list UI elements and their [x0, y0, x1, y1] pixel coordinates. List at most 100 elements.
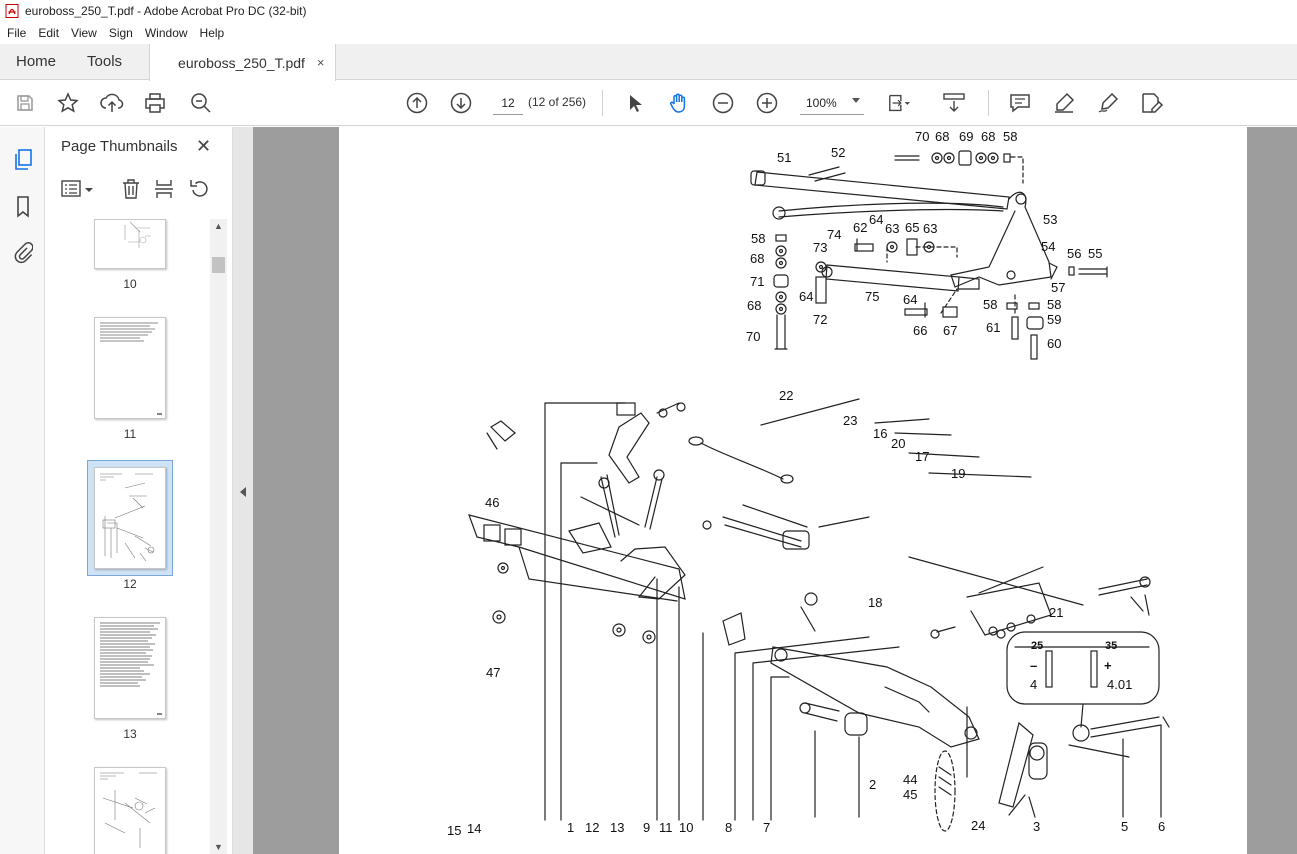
callout-74: 74: [827, 227, 841, 242]
callout-2: 2: [869, 777, 876, 792]
tab-document-label: euroboss_250_T.pdf: [178, 54, 305, 71]
callout-63: 63: [923, 221, 937, 236]
thumbnail-label: 13: [123, 727, 137, 741]
scroll-mode-icon[interactable]: [942, 91, 966, 115]
scroll-up-icon[interactable]: ▲: [214, 221, 223, 231]
scrollbar-thumb[interactable]: [212, 257, 225, 273]
callout-62: 62: [853, 220, 867, 235]
callout-6: 6: [1158, 819, 1165, 834]
menu-sign[interactable]: Sign: [104, 26, 138, 40]
callout-21: 21: [1049, 605, 1063, 620]
page-down-icon[interactable]: [449, 91, 473, 115]
tab-home[interactable]: Home: [0, 44, 71, 79]
callout-58: 58: [1003, 129, 1017, 144]
left-rail: [0, 127, 45, 854]
callout-68: 68: [935, 129, 949, 144]
callout-20: 20: [891, 436, 905, 451]
sign-plus: +: [1104, 658, 1112, 673]
thumbnail-list: 10 11 12 13: [45, 219, 215, 854]
collapse-arrow-icon: [240, 487, 246, 497]
callout-24: 24: [971, 818, 985, 833]
callout-70: 70: [746, 329, 760, 344]
callout-15: 15: [447, 823, 461, 838]
highlight-icon[interactable]: [1052, 91, 1076, 115]
callout-75: 75: [865, 289, 879, 304]
callout-64: 64: [799, 289, 813, 304]
callout-73: 73: [813, 240, 827, 255]
page-thumbnails-icon[interactable]: [11, 148, 35, 172]
callout-59: 59: [1047, 312, 1061, 327]
edit-icon[interactable]: [1140, 91, 1164, 115]
callout-51: 51: [777, 150, 791, 165]
page-number-input[interactable]: 12: [493, 91, 523, 115]
extract-pages-icon[interactable]: [154, 178, 174, 200]
thumbnail-label: 12: [123, 577, 137, 591]
callout-25: 25: [1031, 640, 1043, 652]
menu-view[interactable]: View: [66, 26, 102, 40]
thumbnail-page-11[interactable]: [94, 317, 166, 419]
zoom-in-icon[interactable]: [755, 91, 779, 115]
tab-bar: Home Tools euroboss_250_T.pdf ×: [0, 44, 1297, 81]
callout-52: 52: [831, 145, 845, 160]
fit-page-icon[interactable]: [887, 91, 911, 115]
thumbnail-page-14[interactable]: [94, 767, 166, 854]
menu-window[interactable]: Window: [140, 26, 193, 40]
thumbnail-page-12[interactable]: [94, 467, 166, 569]
menu-edit[interactable]: Edit: [33, 26, 64, 40]
callout-68: 68: [981, 129, 995, 144]
bookmark-icon[interactable]: [11, 195, 35, 219]
thumbnail-page-10[interactable]: [94, 219, 166, 269]
menu-file[interactable]: File: [2, 26, 31, 40]
zoom-out-icon[interactable]: [711, 91, 735, 115]
menu-bar: File Edit View Sign Window Help: [0, 22, 1297, 44]
panel-close-icon[interactable]: ✕: [196, 136, 211, 157]
thumbnail-page-13[interactable]: [94, 617, 166, 719]
zoom-select[interactable]: 100%: [800, 91, 864, 115]
callout-18: 18: [868, 595, 882, 610]
zoom-value: 100%: [806, 95, 837, 110]
search-zoom-icon[interactable]: [189, 91, 213, 115]
callout-57: 57: [1051, 280, 1065, 295]
attachment-icon[interactable]: [11, 240, 35, 264]
callout-35: 35: [1105, 640, 1117, 652]
acrobat-pdf-icon: [5, 4, 19, 18]
callout-72: 72: [813, 312, 827, 327]
callout-66: 66: [913, 323, 927, 338]
upload-icon[interactable]: [100, 91, 124, 115]
diagram-callouts: 70 68 69 68 58 51 52 74 53 54 56 55 57 5…: [447, 129, 1165, 838]
bookmark-star-icon[interactable]: [56, 91, 80, 115]
print-icon[interactable]: [143, 91, 167, 115]
delete-icon[interactable]: [121, 178, 141, 200]
select-arrow-icon[interactable]: [623, 91, 647, 115]
panel-toolbar: [45, 171, 233, 209]
tab-document[interactable]: euroboss_250_T.pdf ×: [149, 44, 336, 81]
callout-5: 5: [1121, 819, 1128, 834]
callout-68: 68: [747, 298, 761, 313]
callout-9: 9: [643, 820, 650, 835]
window-titlebar: euroboss_250_T.pdf - Adobe Acrobat Pro D…: [0, 0, 1297, 22]
callout-53: 53: [1043, 212, 1057, 227]
hand-icon[interactable]: [667, 91, 691, 115]
callout-8: 8: [725, 820, 732, 835]
page-count-label: (12 of 256): [528, 95, 587, 109]
callout-64: 64: [869, 212, 883, 227]
tab-tools[interactable]: Tools: [71, 44, 137, 79]
chevron-down-icon: [852, 98, 860, 103]
thumbnail-options-icon[interactable]: [61, 179, 95, 199]
save-icon[interactable]: [13, 91, 37, 115]
main-toolbar: [0, 81, 1297, 126]
rotate-icon[interactable]: [188, 178, 210, 200]
thumbnail-scrollbar[interactable]: ▲ ▼: [210, 219, 227, 854]
callout-56: 56: [1067, 246, 1081, 261]
sign-icon[interactable]: [1096, 91, 1120, 115]
page-up-icon[interactable]: [405, 91, 429, 115]
comment-icon[interactable]: [1008, 91, 1032, 115]
panel-collapse-handle[interactable]: [233, 127, 253, 854]
callout-58: 58: [751, 231, 765, 246]
menu-help[interactable]: Help: [195, 26, 230, 40]
callout-60: 60: [1047, 336, 1061, 351]
scroll-down-icon[interactable]: ▼: [214, 842, 223, 852]
thumbnail-label: 10: [123, 277, 137, 291]
document-viewer[interactable]: 70 68 69 68 58 51 52 74 53 54 56 55 57 5…: [253, 127, 1297, 854]
tab-close-icon[interactable]: ×: [317, 55, 325, 70]
